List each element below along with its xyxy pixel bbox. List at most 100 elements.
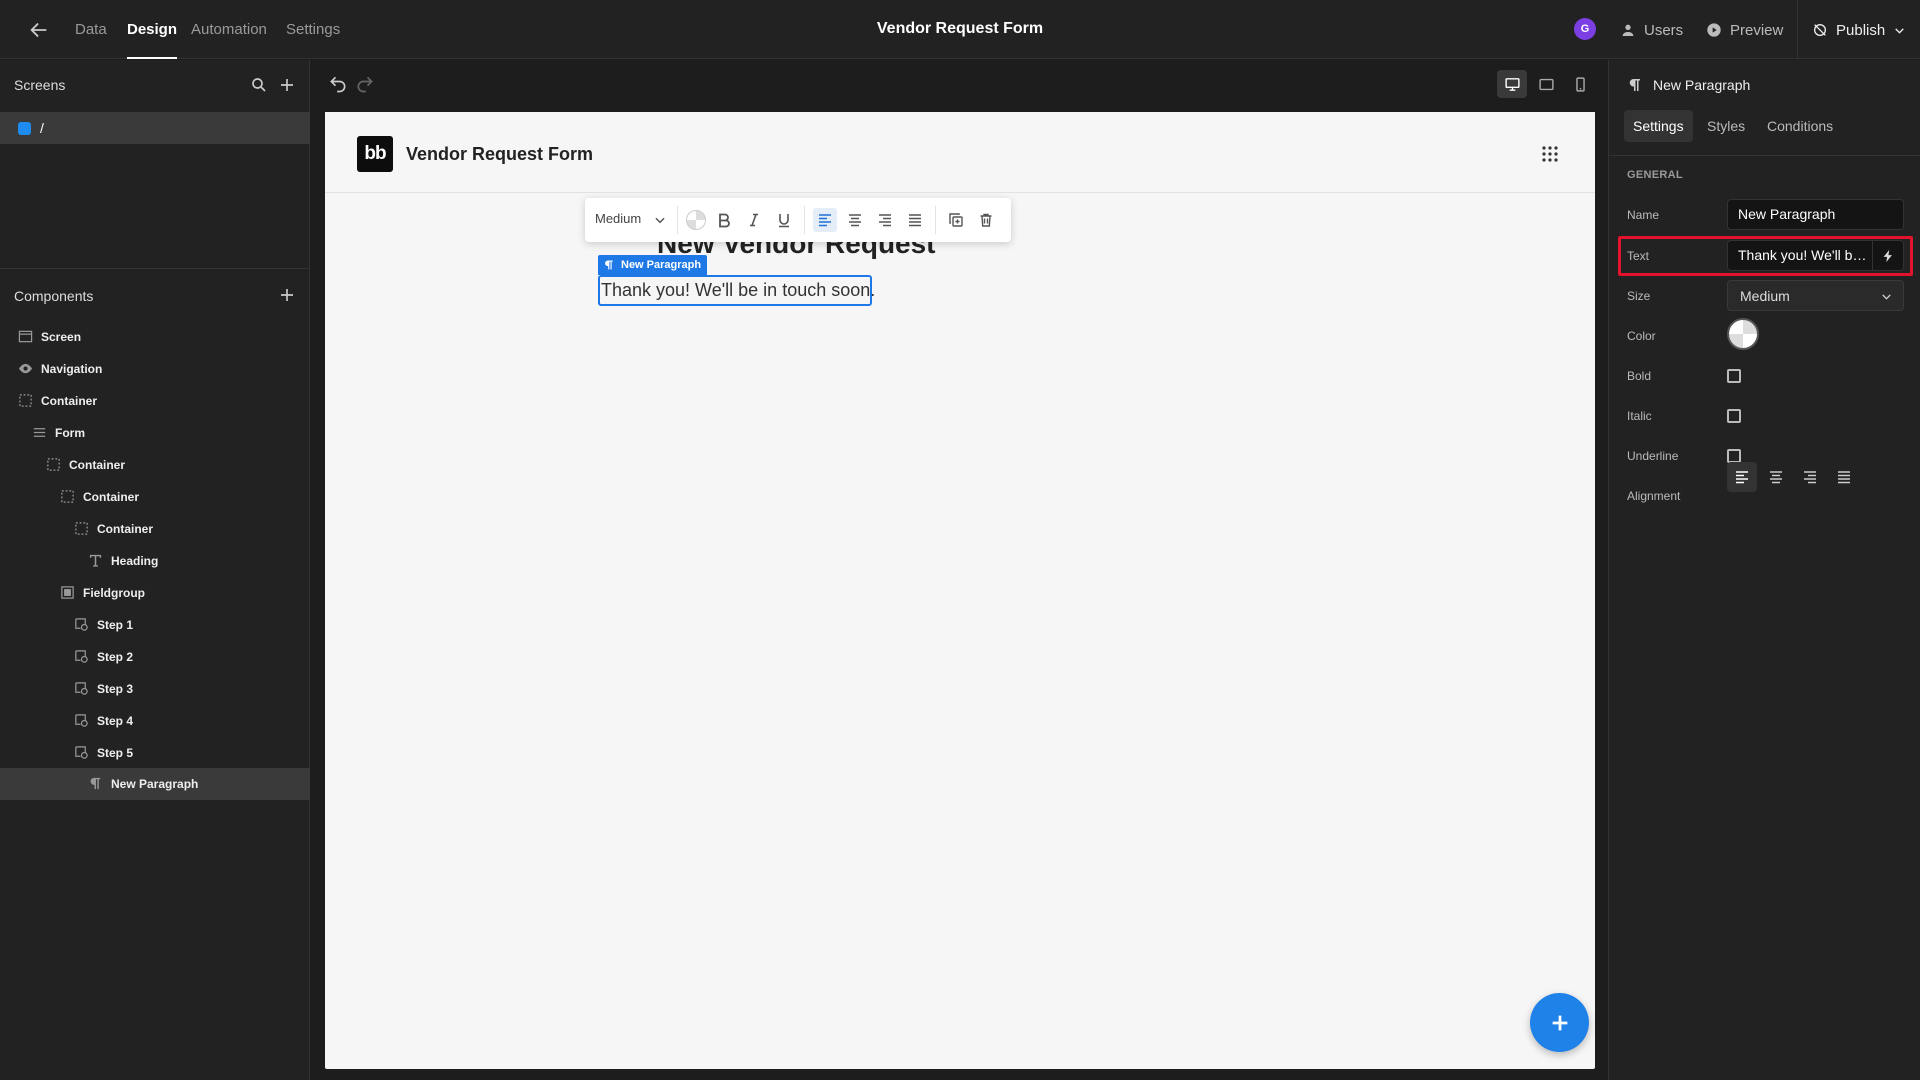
italic-button[interactable] xyxy=(742,208,766,232)
tree-item-heading[interactable]: Heading xyxy=(0,545,310,577)
step-icon xyxy=(74,681,89,696)
tab-data[interactable]: Data xyxy=(75,21,107,38)
underline-button[interactable] xyxy=(772,208,796,232)
search-icon[interactable] xyxy=(250,76,268,94)
eye-icon xyxy=(18,361,33,376)
align-left-icon xyxy=(819,214,831,227)
tree-item-step-1[interactable]: Step 1 xyxy=(0,609,310,641)
tree-item-container[interactable]: Container xyxy=(0,481,310,513)
avatar[interactable]: G xyxy=(1574,18,1596,40)
tree-item-container[interactable]: Container xyxy=(0,449,310,481)
add-component-icon[interactable] xyxy=(278,286,296,304)
tree-item-fieldgroup[interactable]: Fieldgroup xyxy=(0,577,310,609)
add-screen-icon[interactable] xyxy=(278,76,296,94)
align-justify-button[interactable] xyxy=(1829,462,1859,492)
text-field[interactable]: Thank you! We'll be in touch soon. xyxy=(1727,240,1904,271)
bold-button[interactable] xyxy=(712,208,736,232)
size-select[interactable]: Medium xyxy=(1727,280,1904,311)
screen-item[interactable]: / xyxy=(0,112,310,144)
users-button[interactable]: Users xyxy=(1620,19,1683,41)
color-picker-button[interactable] xyxy=(686,210,706,230)
color-picker[interactable] xyxy=(1727,318,1759,350)
underline-checkbox[interactable] xyxy=(1727,449,1741,463)
preview-button[interactable]: Preview xyxy=(1706,19,1783,41)
tree-item-step-5[interactable]: Step 5 xyxy=(0,737,310,769)
add-component-fab[interactable] xyxy=(1530,993,1589,1052)
settings-panel: New Paragraph Settings Styles Conditions… xyxy=(1608,60,1920,1080)
tab-conditions[interactable]: Conditions xyxy=(1758,110,1842,142)
align-right-button[interactable] xyxy=(873,208,897,232)
align-center-icon xyxy=(849,214,861,227)
divider xyxy=(0,268,310,269)
tree-item-container[interactable]: Container xyxy=(0,513,310,545)
align-right-icon xyxy=(1804,471,1816,484)
tree-item-label: Step 3 xyxy=(97,682,134,696)
step-icon xyxy=(74,713,89,728)
tree-item-form[interactable]: Form xyxy=(0,417,310,449)
align-right-button[interactable] xyxy=(1795,462,1825,492)
publish-button[interactable]: Publish xyxy=(1812,19,1906,41)
redo-icon[interactable] xyxy=(355,74,375,94)
tab-settings[interactable]: Settings xyxy=(1624,110,1693,142)
screen-route-label: / xyxy=(40,120,44,136)
tree-item-new-paragraph[interactable]: New Paragraph xyxy=(0,768,310,800)
app-preview[interactable]: bb Vendor Request Form New Vendor Reques… xyxy=(325,112,1595,1069)
align-left-button[interactable] xyxy=(1727,462,1757,492)
tree-item-label: Step 2 xyxy=(97,650,134,664)
italic-icon xyxy=(750,213,758,227)
text-field-value: Thank you! We'll be in touch soon. xyxy=(1738,247,1868,263)
paragraph-icon xyxy=(88,776,103,791)
binding-button[interactable] xyxy=(1872,241,1903,270)
align-left-button[interactable] xyxy=(813,208,837,232)
align-justify-icon xyxy=(1838,471,1850,484)
chevron-down-icon xyxy=(1882,294,1891,300)
align-left-icon xyxy=(1736,471,1748,484)
align-center-button[interactable] xyxy=(843,208,867,232)
size-dropdown[interactable]: Medium xyxy=(595,211,641,226)
step-icon xyxy=(74,745,89,760)
tree-item-step-2[interactable]: Step 2 xyxy=(0,641,310,673)
duplicate-button[interactable] xyxy=(944,208,968,232)
underline-label: Underline xyxy=(1627,449,1679,463)
size-select-value: Medium xyxy=(1740,288,1790,304)
tree-item-step-4[interactable]: Step 4 xyxy=(0,705,310,737)
align-center-button[interactable] xyxy=(1761,462,1791,492)
mobile-icon xyxy=(1575,76,1585,92)
tab-styles[interactable]: Styles xyxy=(1698,110,1754,142)
paragraph-text[interactable]: Thank you! We'll be in touch soon. xyxy=(601,280,875,301)
selected-component-label: New Paragraph xyxy=(621,259,702,271)
tree-item-label: Fieldgroup xyxy=(83,586,145,600)
container-icon xyxy=(46,457,61,472)
back-arrow-icon[interactable] xyxy=(28,19,50,41)
tree-item-step-3[interactable]: Step 3 xyxy=(0,673,310,705)
chevron-down-icon xyxy=(1895,27,1904,34)
tree-item-label: Step 1 xyxy=(97,618,134,632)
chevron-down-icon[interactable] xyxy=(653,213,667,227)
plus-icon xyxy=(1552,1015,1567,1030)
undo-icon[interactable] xyxy=(328,74,348,94)
mobile-view-button[interactable] xyxy=(1565,70,1595,98)
tab-design[interactable]: Design xyxy=(127,21,178,59)
screens-heading: Screens xyxy=(14,77,66,93)
tree-item-screen[interactable]: Screen xyxy=(0,321,310,353)
bold-checkbox[interactable] xyxy=(1727,369,1741,383)
trash-icon xyxy=(980,213,992,227)
duplicate-icon xyxy=(949,213,963,227)
top-bar: Data Design Automation Settings Vendor R… xyxy=(0,0,1920,59)
app-navigation-bar: bb Vendor Request Form xyxy=(325,112,1595,193)
tablet-view-button[interactable] xyxy=(1531,70,1561,98)
tree-item-label: New Paragraph xyxy=(111,777,199,791)
delete-button[interactable] xyxy=(974,208,998,232)
align-justify-button[interactable] xyxy=(903,208,927,232)
app-logo: bb xyxy=(357,136,393,172)
desktop-icon xyxy=(1504,77,1520,91)
divider xyxy=(804,206,805,234)
tree-item-container[interactable]: Container xyxy=(0,385,310,417)
tree-item-navigation[interactable]: Navigation xyxy=(0,353,310,385)
tab-settings[interactable]: Settings xyxy=(286,21,340,38)
name-field[interactable]: New Paragraph xyxy=(1727,199,1904,230)
desktop-view-button[interactable] xyxy=(1497,70,1527,98)
italic-checkbox[interactable] xyxy=(1727,409,1741,423)
grid-menu-icon[interactable] xyxy=(1541,145,1559,163)
tab-automation[interactable]: Automation xyxy=(191,21,267,38)
